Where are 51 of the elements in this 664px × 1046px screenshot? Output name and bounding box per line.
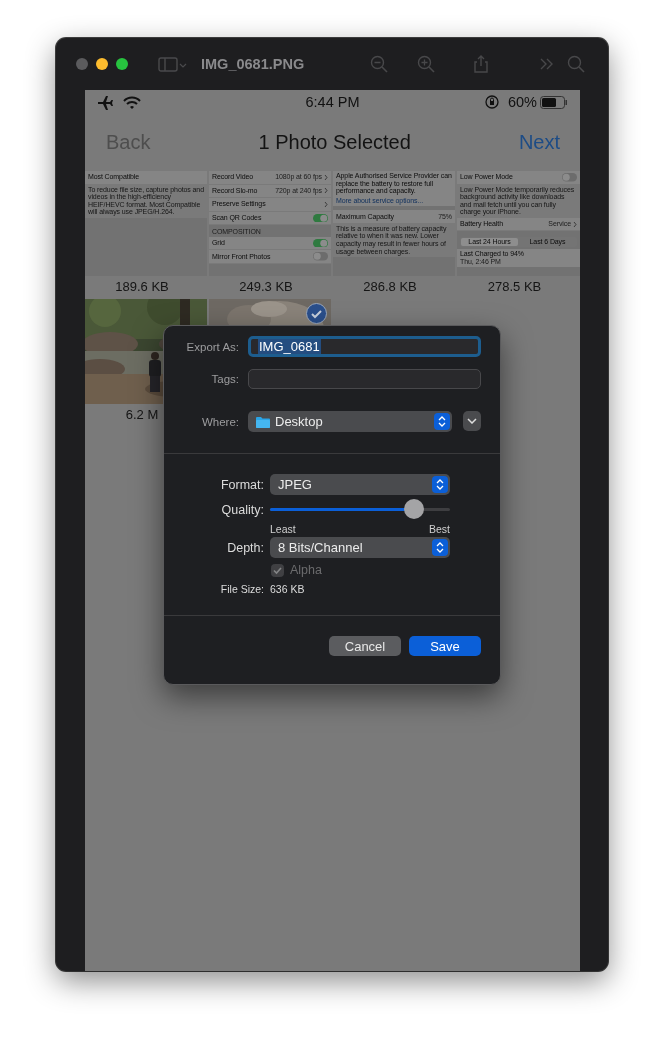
slider-min-label: Least <box>270 523 296 535</box>
nav-title: 1 Photo Selected <box>258 131 411 154</box>
search-icon[interactable] <box>567 55 586 73</box>
field-label: File Size: <box>219 583 264 595</box>
toggle-switch[interactable] <box>313 213 328 222</box>
wifi-icon <box>123 94 141 110</box>
toggle-switch[interactable] <box>313 238 328 248</box>
field-label: Format: <box>219 477 264 492</box>
chevron-down-icon <box>467 418 478 424</box>
format-popup[interactable]: JPEG <box>270 474 450 495</box>
stepper-icon <box>432 539 448 556</box>
share-icon[interactable] <box>472 55 491 73</box>
folder-icon <box>256 415 270 428</box>
expand-button[interactable] <box>463 411 481 431</box>
stepper-icon <box>434 413 451 430</box>
minimize-button[interactable] <box>96 58 108 70</box>
file-size-label: 286.8 KB <box>363 279 417 294</box>
status-time: 6:44 PM <box>305 94 360 110</box>
depth-popup[interactable]: 8 Bits/Channel <box>270 537 450 558</box>
close-button[interactable] <box>76 58 88 70</box>
zoom-in-icon[interactable] <box>417 55 436 73</box>
field-label: Tags: <box>210 373 239 385</box>
filename-field[interactable]: IMG_0681 <box>248 336 481 357</box>
rotation-lock-icon <box>484 95 499 109</box>
location-popup[interactable]: Desktop <box>248 411 453 432</box>
slider-max-label: Best <box>429 523 450 535</box>
field-label: Depth: <box>226 540 264 555</box>
airplane-mode-icon <box>97 93 114 111</box>
toggle-switch[interactable] <box>562 173 577 182</box>
battery-percentage: 60% <box>507 94 537 110</box>
cancel-button[interactable]: Cancel <box>329 636 401 656</box>
zoom-button[interactable] <box>116 58 128 70</box>
file-size-label: 249.3 KB <box>239 279 293 294</box>
save-button[interactable]: Save <box>409 636 481 656</box>
file-size-label: 6.2 M <box>125 407 159 422</box>
field-label: Quality: <box>220 502 264 517</box>
zoom-out-icon[interactable] <box>370 55 389 73</box>
file-size-value: 636 KB <box>270 583 306 595</box>
file-size-label: 278.5 KB <box>487 279 542 294</box>
field-label: Where: <box>200 415 239 428</box>
sidebar-toggle-icon[interactable] <box>158 55 187 73</box>
tags-field[interactable] <box>248 369 481 389</box>
file-size-label: 189.6 KB <box>115 279 169 294</box>
slider-thumb[interactable] <box>404 499 424 519</box>
window-title: IMG_0681.PNG <box>201 56 305 72</box>
stepper-icon <box>432 476 448 493</box>
field-label: Export As: <box>185 340 239 353</box>
battery-icon <box>540 95 568 109</box>
quality-slider[interactable] <box>270 499 450 520</box>
toggle-switch[interactable] <box>313 252 328 261</box>
checkbox-label: Alpha <box>290 563 322 577</box>
